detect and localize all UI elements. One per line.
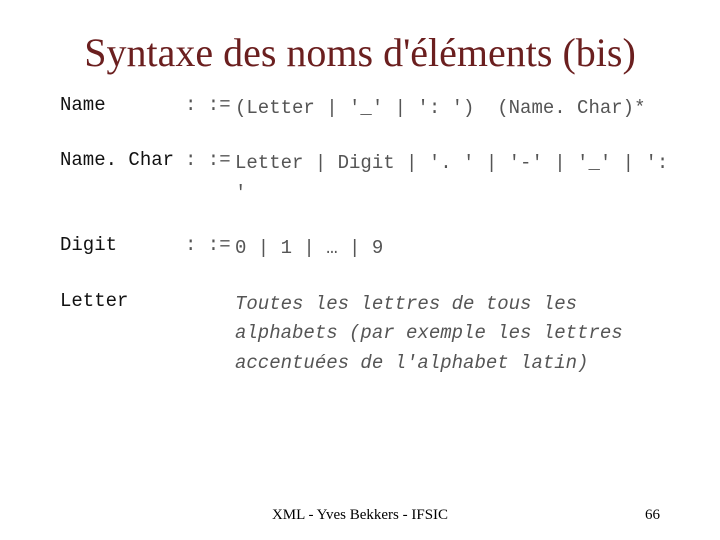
rule-lhs: Digit [60, 234, 185, 256]
grammar-rule: Name. Char : := Letter | Digit | '. ' | … [60, 149, 670, 208]
slide-title: Syntaxe des noms d'éléments (bis) [50, 30, 670, 76]
footer-text: XML - Yves Bekkers - IFSIC [272, 507, 448, 524]
rule-rhs: 0 | 1 | … | 9 [235, 234, 670, 263]
grammar-rule: Name : := (Letter | '_' | ': ') (Name. C… [60, 94, 670, 123]
rule-rhs: Toutes les lettres de tous les alphabets… [235, 290, 670, 378]
slide-footer: XML - Yves Bekkers - IFSIC 66 [0, 507, 720, 524]
rule-sep: : := [185, 234, 235, 256]
grammar-block: Name : := (Letter | '_' | ': ') (Name. C… [50, 94, 670, 378]
rule-sep: : := [185, 94, 235, 116]
rule-lhs: Name. Char [60, 149, 185, 171]
page-number: 66 [645, 507, 660, 524]
rule-lhs: Name [60, 94, 185, 116]
rule-rhs: Letter | Digit | '. ' | '-' | '_' | ': ' [235, 149, 670, 208]
grammar-rule: Letter Toutes les lettres de tous les al… [60, 290, 670, 378]
grammar-rule: Digit : := 0 | 1 | … | 9 [60, 234, 670, 263]
rule-rhs: (Letter | '_' | ': ') (Name. Char)* [235, 94, 670, 123]
rule-lhs: Letter [60, 290, 185, 312]
rule-sep: : := [185, 149, 235, 171]
